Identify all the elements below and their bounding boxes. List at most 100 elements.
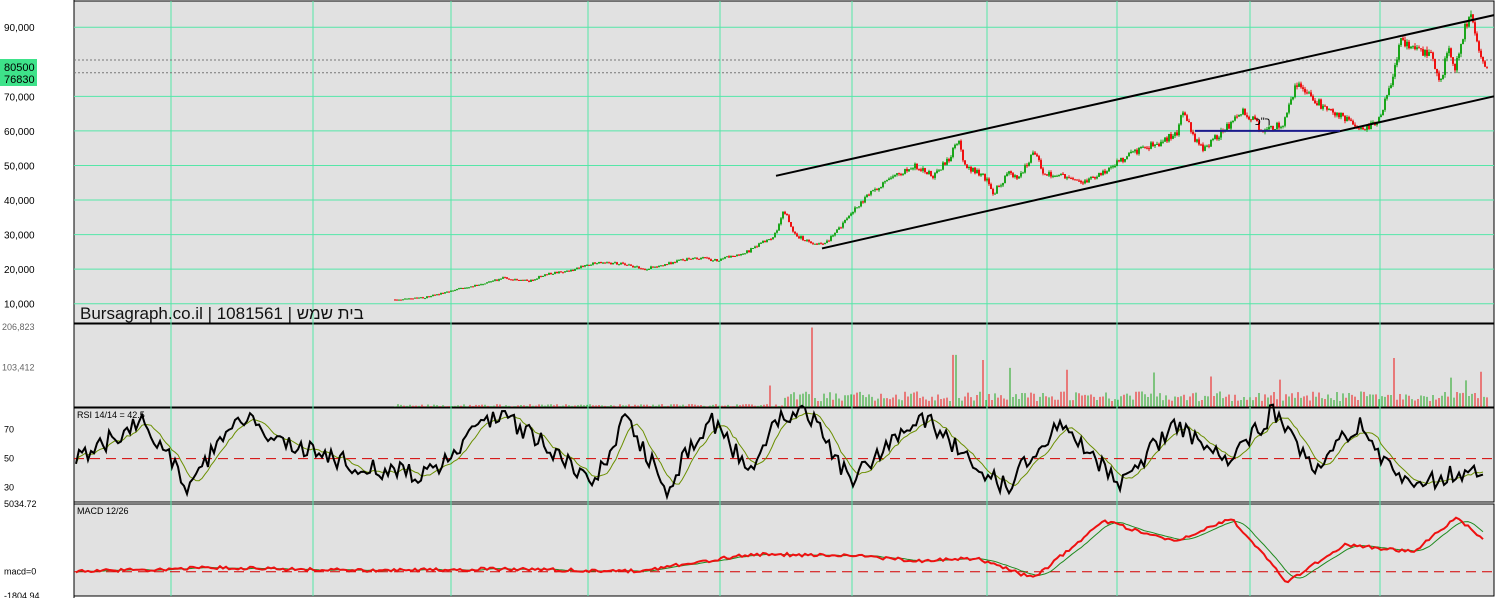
- candle-body: [964, 160, 966, 165]
- candle-body: [1078, 180, 1080, 182]
- candle-body: [684, 260, 686, 262]
- candle-body: [1018, 176, 1020, 179]
- candle-body: [1346, 117, 1348, 122]
- candle-body: [1292, 97, 1294, 100]
- candle-body: [546, 274, 548, 276]
- candle-body: [1242, 108, 1244, 115]
- candle-body: [722, 258, 724, 260]
- candle-body: [1028, 162, 1030, 167]
- volume-tick-label: 103,412: [2, 362, 35, 372]
- candle-body: [1000, 185, 1002, 187]
- candle-body: [718, 260, 720, 262]
- candle-body: [1126, 156, 1128, 160]
- candle-body: [716, 259, 718, 262]
- candle-body: [1438, 73, 1440, 80]
- candle-body: [1416, 47, 1418, 50]
- candle-body: [1400, 38, 1402, 46]
- candle-body: [724, 256, 726, 259]
- candle-body: [910, 168, 912, 170]
- candle-body: [700, 257, 702, 260]
- candle-body: [1364, 129, 1366, 131]
- candle-body: [1184, 112, 1186, 116]
- candle-body: [564, 271, 566, 273]
- candle-body: [1414, 46, 1416, 50]
- candle-body: [816, 243, 818, 245]
- candle-body: [1310, 92, 1312, 96]
- candle-body: [702, 257, 704, 259]
- candle-body: [914, 163, 916, 169]
- candle-body: [882, 182, 884, 188]
- candle-body: [972, 167, 974, 172]
- stock-chart: ר"כ 10,000 20,000 30,000 40,000 50,000 60,000…: [0, 0, 1495, 601]
- candle-body: [926, 172, 928, 175]
- candle-body: [1168, 134, 1170, 142]
- candle-body: [806, 239, 808, 241]
- candle-body: [736, 254, 738, 257]
- macd-tick-label: -1804.94: [4, 591, 40, 598]
- candle-body: [572, 270, 574, 272]
- candle-body: [836, 229, 838, 233]
- candle-body: [1304, 88, 1306, 93]
- candle-body: [1152, 142, 1154, 147]
- volume-tick-label: 206,823: [2, 322, 35, 332]
- candle-body: [928, 171, 930, 175]
- candle-body: [1238, 114, 1240, 117]
- candle-body: [976, 170, 978, 174]
- candle-body: [596, 263, 598, 265]
- candle-body: [782, 211, 784, 219]
- candle-body: [532, 279, 534, 281]
- price-tick-label: 40,000: [4, 196, 35, 207]
- candle-body: [838, 227, 840, 230]
- candle-body: [894, 174, 896, 177]
- candle-body: [662, 265, 664, 267]
- candle-body: [896, 173, 898, 175]
- candle-body: [1066, 177, 1068, 179]
- candle-body: [726, 256, 728, 258]
- candle-body: [672, 262, 674, 264]
- candle-body: [810, 241, 812, 244]
- candle-body: [804, 240, 806, 242]
- candle-body: [842, 222, 844, 228]
- support-annotation: ר"כ: [1255, 116, 1271, 128]
- candle-body: [918, 168, 920, 170]
- candle-body: [1226, 123, 1228, 131]
- candle-body: [766, 239, 768, 242]
- candle-body: [408, 298, 410, 300]
- candle-body: [872, 190, 874, 192]
- candle-body: [1392, 76, 1394, 80]
- candle-body: [462, 288, 464, 290]
- candle-body: [1240, 114, 1242, 116]
- candle-body: [1202, 144, 1204, 151]
- candle-body: [1234, 116, 1236, 121]
- candle-body: [1306, 92, 1308, 94]
- candle-body: [874, 189, 876, 191]
- candle-body: [636, 266, 638, 268]
- candle-body: [1272, 126, 1274, 130]
- candle-body: [610, 262, 612, 265]
- candle-body: [528, 280, 530, 282]
- candle-body: [566, 270, 568, 272]
- macd-tick-label: macd=0: [4, 567, 36, 577]
- candle-body: [1076, 179, 1078, 181]
- candle-body: [1016, 175, 1018, 179]
- candle-body: [800, 236, 802, 239]
- candle-body: [1192, 131, 1194, 134]
- candle-body: [996, 186, 998, 194]
- candle-body: [730, 255, 732, 258]
- candle-body: [1484, 61, 1486, 67]
- candle-body: [840, 227, 842, 229]
- candle-body: [1228, 123, 1230, 129]
- macd-tick-label: 5034.72: [4, 499, 37, 509]
- candle-body: [858, 206, 860, 208]
- candle-body: [1134, 149, 1136, 152]
- candle-body: [1122, 157, 1124, 162]
- candle-body: [990, 184, 992, 190]
- candle-body: [1054, 175, 1056, 177]
- candle-body: [1442, 74, 1444, 79]
- candle-body: [676, 260, 678, 263]
- candle-body: [1044, 173, 1046, 175]
- candle-body: [692, 258, 694, 260]
- candle-body: [1478, 41, 1480, 51]
- candle-body: [412, 298, 414, 300]
- candle-body: [742, 253, 744, 255]
